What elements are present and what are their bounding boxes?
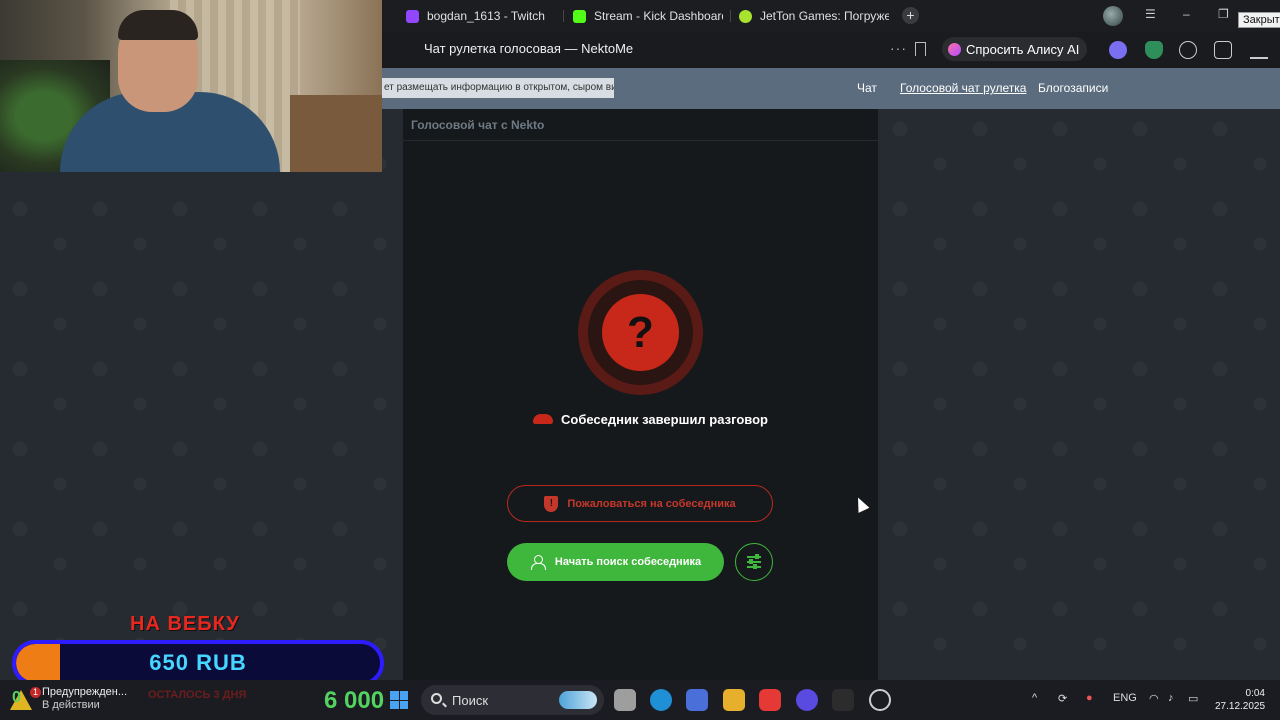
webcam-overlay: [0, 0, 382, 172]
warning-widget[interactable]: Предупрежден... В действии: [42, 686, 127, 712]
shield-extension-icon[interactable]: [1145, 41, 1163, 59]
search-icon: [431, 693, 442, 704]
filter-settings-button[interactable]: [735, 543, 773, 581]
taskbar-clock[interactable]: 0:04 27.12.2025: [1215, 687, 1265, 713]
search-highlight-icon: [559, 691, 597, 709]
wifi-icon[interactable]: ◠: [1149, 692, 1159, 705]
tab-label: Stream - Kick Dashboard: [594, 9, 723, 23]
minimize-icon[interactable]: –: [1183, 7, 1190, 21]
play-icon[interactable]: [1179, 41, 1197, 59]
extension-icon[interactable]: [1109, 41, 1127, 59]
search-placeholder: Поиск: [452, 693, 489, 708]
start-search-button[interactable]: Начать поиск собеседника: [507, 543, 724, 581]
new-tab-button[interactable]: +: [902, 7, 919, 24]
tab-kick[interactable]: Stream - Kick Dashboard: [573, 4, 723, 28]
tab-jetton[interactable]: JetTon Games: Погружен: [739, 4, 889, 28]
overlay-number: 6 000: [324, 687, 385, 714]
maximize-icon[interactable]: ❐: [1218, 7, 1229, 21]
edge-icon[interactable]: [650, 689, 672, 711]
menu-icon[interactable]: ☰: [1145, 7, 1156, 21]
start-label: Начать поиск собеседника: [554, 556, 702, 568]
donation-remaining: ОСТАЛОСЬ 3 ДНЯ: [148, 689, 247, 701]
call-ended-text: Собеседник завершил разговор: [561, 411, 768, 427]
bookmark-icon[interactable]: [915, 42, 926, 56]
question-icon: ?: [602, 294, 679, 371]
profile-avatar[interactable]: [1103, 6, 1123, 26]
voice-chat-panel: Голосовой чат с Nekto ? Собеседник завер…: [403, 109, 878, 680]
download-icon[interactable]: [1250, 41, 1268, 59]
alice-app-icon[interactable]: [796, 689, 818, 711]
nav-link-chat[interactable]: Чат: [857, 81, 877, 95]
tray-chevron-icon[interactable]: ^: [1032, 692, 1037, 704]
store-icon[interactable]: [686, 689, 708, 711]
collections-icon[interactable]: [1214, 41, 1232, 59]
nav-link-voice-roulette[interactable]: Голосовой чат рулетка: [900, 81, 1026, 95]
kick-icon: [573, 9, 586, 23]
panel-header: Голосовой чат с Nekto: [403, 109, 878, 141]
report-label: Пожаловаться на собеседника: [567, 497, 736, 510]
twitch-icon: [406, 9, 419, 23]
ask-alice-button[interactable]: Спросить Алису AI: [942, 37, 1088, 61]
page-title[interactable]: Чат рулетка голосовая — NektoMe: [424, 41, 633, 56]
sliders-icon: [747, 554, 761, 559]
jetton-icon: [739, 9, 752, 23]
alice-label: Спросить Алису AI: [966, 41, 1080, 57]
shield-alert-icon: !: [544, 495, 559, 512]
counter-left: 0: [12, 689, 21, 706]
report-button[interactable]: ! Пожаловаться на собеседника: [507, 485, 773, 522]
donation-amount: 650 RUB: [149, 650, 247, 675]
hangup-phone-icon: [533, 414, 553, 424]
warning-subtitle: В действии: [42, 699, 100, 711]
warning-badge: 1: [30, 687, 41, 698]
file-explorer-icon[interactable]: [723, 689, 745, 711]
address-bar: Чат рулетка голосовая — NektoMe ··· Спро…: [382, 32, 1280, 68]
mic-icon[interactable]: ●: [1086, 692, 1093, 704]
alice-icon: [948, 42, 961, 56]
status-indicator: ?: [578, 270, 703, 395]
call-ended-message: Собеседник завершил разговор: [533, 410, 768, 428]
language-indicator[interactable]: ENG: [1113, 692, 1137, 704]
app-icon[interactable]: [832, 689, 854, 711]
windows-start-icon[interactable]: [390, 691, 408, 709]
donation-title: НА ВЕБКУ: [130, 613, 240, 635]
task-view-icon[interactable]: [614, 689, 636, 711]
tab-label: bogdan_1613 - Twitch: [427, 9, 545, 23]
more-icon[interactable]: ···: [890, 40, 907, 56]
close-tooltip: Закрыть: [1238, 12, 1280, 28]
warning-banner: ет размещать информацию в открытом, сыро…: [382, 78, 614, 98]
tab-twitch[interactable]: bogdan_1613 - Twitch: [406, 4, 556, 28]
panel-title: Голосовой чат с Nekto: [411, 118, 545, 132]
battery-icon[interactable]: ▭: [1188, 692, 1198, 705]
sync-icon[interactable]: ⟳: [1058, 692, 1067, 705]
person-search-icon: [530, 555, 546, 570]
site-nav: ет размещать информацию в открытом, сыро…: [382, 68, 1280, 109]
clock-time: 0:04: [1245, 688, 1265, 699]
clock-date: 27.12.2025: [1215, 701, 1266, 712]
yandex-browser-icon[interactable]: [759, 689, 781, 711]
nav-link-blog[interactable]: Блогозаписи: [1038, 81, 1108, 95]
game-icon[interactable]: [869, 689, 891, 711]
warning-title: Предупрежден...: [42, 686, 128, 698]
volume-icon[interactable]: ♪: [1168, 692, 1174, 704]
tab-label: JetTon Games: Погружен: [760, 9, 889, 23]
taskbar-search[interactable]: Поиск: [421, 685, 604, 715]
